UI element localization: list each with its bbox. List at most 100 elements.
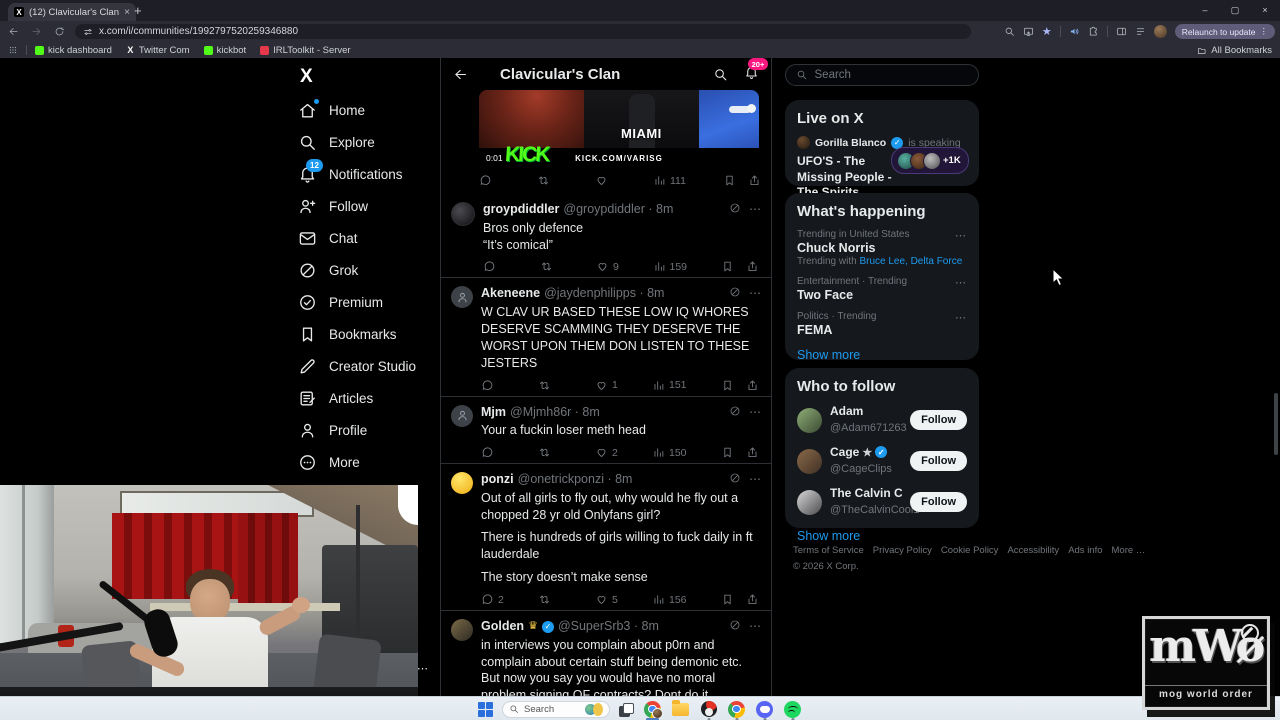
action-share[interactable]: [746, 260, 759, 273]
community-notifications[interactable]: 20+: [744, 58, 768, 82]
sidebar-item-more[interactable]: More: [297, 446, 457, 478]
action-like[interactable]: 5: [595, 593, 652, 606]
action-reply[interactable]: [483, 260, 540, 273]
action-repost[interactable]: [538, 379, 595, 392]
action-share[interactable]: [746, 446, 759, 459]
start-button[interactable]: [478, 701, 493, 717]
action-views[interactable]: 151: [652, 379, 709, 392]
footer-link[interactable]: Accessibility: [1007, 545, 1059, 556]
footer-link[interactable]: Cookie Policy: [941, 545, 999, 556]
dark-red-app-icon[interactable]: [699, 699, 718, 720]
more-icon[interactable]: ⋯: [955, 311, 967, 324]
chrome-app-icon[interactable]: [727, 699, 746, 720]
taskbar-search[interactable]: Search: [502, 700, 610, 718]
sidebar-item-articles[interactable]: Articles: [297, 382, 457, 414]
maximize-button[interactable]: ▢: [1220, 0, 1250, 20]
new-tab-button[interactable]: +: [134, 3, 142, 19]
bookmark-item[interactable]: kick dashboard: [35, 45, 112, 56]
action-reply[interactable]: [481, 379, 538, 392]
action-reply[interactable]: [479, 174, 537, 187]
reload-icon[interactable]: [54, 26, 65, 37]
follow-suggestion[interactable]: The Calvin Coolidge…✓ @TheCalvinCool1Foll…: [797, 486, 967, 518]
action-share[interactable]: [746, 379, 759, 392]
action-bookmark[interactable]: [721, 260, 734, 273]
action-bookmark[interactable]: [721, 446, 734, 459]
sidebar-item-premium[interactable]: Premium: [297, 286, 457, 318]
more-icon[interactable]: ⋯: [955, 276, 967, 289]
forward-icon[interactable]: [31, 26, 42, 37]
bookmark-item[interactable]: X Twitter Com: [126, 45, 189, 56]
trend-extra-links[interactable]: Bruce Lee, Delta Force: [859, 256, 962, 267]
post[interactable]: ⋯ ponzi @onetrickponzi · 8m Out of all girl…: [441, 463, 771, 610]
profile-avatar[interactable]: [1153, 25, 1167, 38]
footer-link[interactable]: More …: [1112, 545, 1146, 556]
action-views[interactable]: 150: [652, 446, 709, 459]
cast-icon[interactable]: [1023, 26, 1034, 37]
back-icon[interactable]: [8, 26, 19, 37]
scrollbar-thumb[interactable]: [1274, 393, 1278, 455]
follow-suggestion[interactable]: Adam @Adam671263 Follow: [797, 404, 967, 436]
sidebar-item-home[interactable]: Home: [297, 94, 457, 126]
reading-list-icon[interactable]: [1135, 26, 1146, 37]
more-icon[interactable]: ⋯: [955, 229, 967, 242]
sidebar-item-grok[interactable]: Grok: [297, 254, 457, 286]
live-listeners-pill[interactable]: +1K: [891, 147, 969, 174]
sidebar-item-chat[interactable]: Chat: [297, 222, 457, 254]
action-views[interactable]: 159: [653, 260, 710, 273]
action-views[interactable]: 156: [652, 593, 709, 606]
trend-item[interactable]: Entertainment · Trending Two Face ⋯: [797, 276, 967, 302]
pip-drag-handle[interactable]: ⋯: [417, 662, 429, 675]
audio-playing-icon[interactable]: [1069, 26, 1080, 37]
more-icon[interactable]: ⋯: [749, 619, 761, 633]
discord-icon[interactable]: [755, 699, 774, 720]
post[interactable]: ⋯ Golden ♛ ✓ @SuperSrb3 · 8m in interviews yo…: [441, 610, 771, 696]
relaunch-button[interactable]: Relaunch to update ⋮: [1174, 24, 1275, 39]
site-settings-icon[interactable]: [83, 27, 93, 37]
action-like[interactable]: 1: [595, 379, 652, 392]
live-on-x-card[interactable]: Live on X Gorilla Blanco ✓ is speaking U…: [785, 100, 979, 199]
trend-item[interactable]: Trending in United States Chuck Norris Tre…: [797, 229, 967, 267]
sidebar-item-explore[interactable]: Explore: [297, 126, 457, 158]
spotify-icon[interactable]: [783, 699, 802, 720]
action-bookmark[interactable]: [723, 174, 736, 187]
address-bar[interactable]: x.com/i/communities/1992797520259346880: [75, 24, 971, 39]
side-panel-icon[interactable]: [1116, 26, 1127, 37]
sidebar-item-notifications[interactable]: 12 Notifications: [297, 158, 457, 190]
close-button[interactable]: ×: [1250, 0, 1280, 20]
action-reply[interactable]: 2: [481, 593, 538, 606]
more-icon[interactable]: ⋯: [749, 472, 761, 486]
video-post-media[interactable]: MIAMI KICK.COM/VARISG KICK 0:01: [479, 90, 759, 168]
footer-link[interactable]: Ads info: [1068, 545, 1102, 556]
more-icon[interactable]: ⋯: [749, 202, 761, 216]
sidebar-item-bookmarks[interactable]: Bookmarks: [297, 318, 457, 350]
chrome-profile-app-icon[interactable]: [643, 699, 663, 720]
minimize-button[interactable]: –: [1190, 0, 1220, 20]
footer-link[interactable]: Terms of Service: [793, 545, 864, 556]
grok-icon[interactable]: [729, 405, 741, 417]
action-bookmark[interactable]: [721, 379, 734, 392]
bookmark-star-icon[interactable]: ★: [1042, 25, 1052, 38]
apps-grid-icon[interactable]: [8, 45, 18, 55]
action-repost[interactable]: [538, 593, 595, 606]
follow-show-more[interactable]: Show more: [797, 529, 967, 543]
task-view-icon[interactable]: [619, 702, 634, 717]
trends-show-more[interactable]: Show more: [797, 348, 967, 362]
action-repost[interactable]: [537, 174, 595, 187]
bookmark-item[interactable]: IRLToolkit - Server: [260, 45, 351, 56]
follow-button[interactable]: Follow: [910, 451, 967, 471]
sidebar-item-creator-studio[interactable]: Creator Studio: [297, 350, 457, 382]
zoom-icon[interactable]: [1004, 26, 1015, 37]
action-like[interactable]: 2: [595, 446, 652, 459]
sidebar-item-follow[interactable]: Follow: [297, 190, 457, 222]
x-logo[interactable]: X: [300, 66, 313, 88]
more-icon[interactable]: ⋯: [749, 286, 761, 300]
footer-link[interactable]: Privacy Policy: [873, 545, 932, 556]
follow-button[interactable]: Follow: [910, 410, 967, 430]
sidebar-item-profile[interactable]: Profile: [297, 414, 457, 446]
menu-dots-icon[interactable]: ⋮: [1260, 26, 1269, 37]
post[interactable]: ⋯ Mjm @Mjmh86r · 8m Your a fuckin loser met…: [441, 395, 771, 464]
post[interactable]: ⋯ groypdiddler @groypdiddler · 8m Bros only…: [441, 194, 771, 277]
grok-icon[interactable]: [729, 202, 741, 214]
action-repost[interactable]: [540, 260, 597, 273]
more-icon[interactable]: ⋯: [749, 405, 761, 419]
